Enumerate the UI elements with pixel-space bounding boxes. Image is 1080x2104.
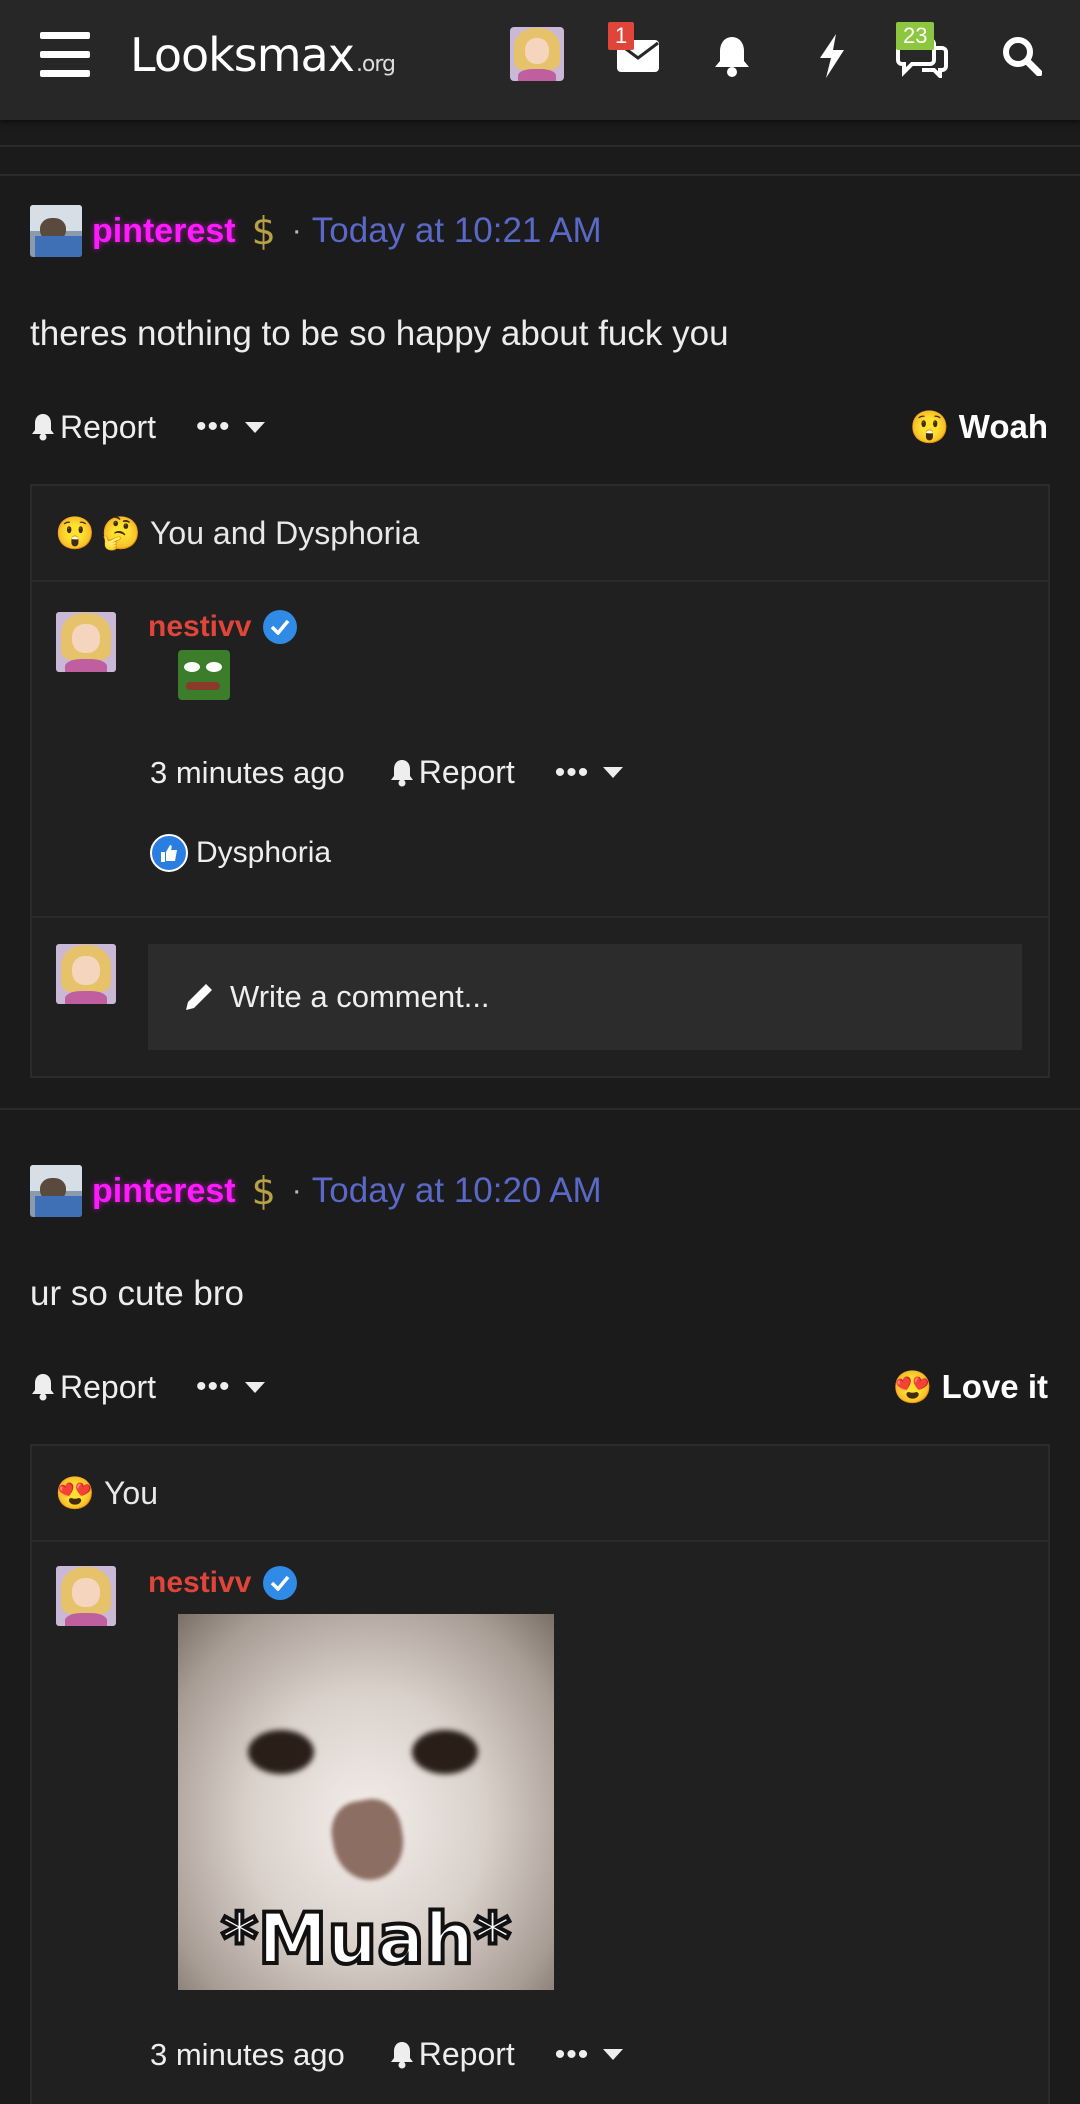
bell-icon [32,1374,54,1401]
search-button[interactable] [996,30,1048,82]
commenter-name: nestivv [148,1566,252,1599]
author-username[interactable]: pinterest [92,212,236,251]
caret-down-icon [244,421,265,433]
post-header: pinterest $ · Today at 10:20 AM [30,1164,602,1218]
comment-meta: 3 minutes ago Report ••• [150,754,624,791]
pepe-sticker-image [178,650,230,700]
conversations-count-badge: 23 [896,22,935,50]
comment-more-options-button[interactable]: ••• [555,756,624,790]
write-comment-placeholder: Write a comment... [230,979,490,1014]
bell-icon [32,414,54,441]
top-navigation-bar: Looksmax.org 1 23 [0,0,1080,120]
logo-suffix: .org [355,52,396,77]
divider [0,174,1080,176]
commenter-username[interactable]: nestivv [148,610,298,644]
commenter-avatar[interactable] [56,612,116,672]
commenter-username[interactable]: nestivv [148,1566,298,1600]
commenter-name: nestivv [148,610,252,643]
menu-icon[interactable] [40,32,90,78]
reaction-button[interactable]: 😲 Woah [909,408,1048,446]
inbox-button[interactable]: 1 [608,22,664,82]
separator: · [291,214,302,247]
bell-icon [390,759,413,786]
reactors-list: You [104,1474,158,1511]
comment-meta: 3 minutes ago Report ••• [150,2036,624,2073]
ellipsis-icon: ••• [196,1370,231,1403]
reaction-label: Love it [941,1368,1048,1405]
reactions-and-comments: 😲 🤔 You and Dysphoria nestivv 3 minutes … [30,484,1050,1078]
heart-eyes-emoji-icon: 😍 [892,1369,933,1405]
comment-likes[interactable]: Dysphoria [150,834,331,872]
ellipsis-icon: ••• [554,2037,590,2071]
caret-down-icon [603,2049,624,2060]
caret-down-icon [244,1381,265,1393]
inbox-count-badge: 1 [608,22,635,50]
reactors-list: You and Dysphoria [150,514,420,551]
divider [0,145,1080,147]
write-comment-row: Write a comment... [32,916,1048,1076]
report-label: Report [60,408,157,445]
thumbs-up-icon [150,834,188,872]
alerts-button[interactable] [706,30,758,82]
post-actions: Report ••• 😲 Woah [30,402,1048,452]
post-timestamp[interactable]: Today at 10:21 AM [312,211,602,251]
divider [0,1108,1080,1110]
reaction-button[interactable]: 😍 Love it [892,1368,1048,1406]
heart-eyes-emoji-icon: 😍 [55,1475,95,1511]
astonished-emoji-icon: 😲 [909,409,950,445]
conversations-button[interactable]: 23 [896,22,948,82]
report-label: Report [418,2036,515,2072]
lightning-bolt-icon [820,34,844,78]
comment-report-button[interactable]: Report [389,2036,515,2073]
dollar-icon: $ [251,1169,276,1213]
reactions-summary[interactable]: 😍 You [32,1446,1048,1542]
comment-time[interactable]: 3 minutes ago [150,755,345,791]
logo-text: Looksmax [130,28,355,82]
liker-name: Dysphoria [196,836,332,869]
ellipsis-icon: ••• [554,755,590,789]
more-options-button[interactable]: ••• [196,1370,265,1404]
comment: nestivv *Muah* 3 minutes ago Report ••• [32,1542,1048,2104]
account-avatar[interactable] [510,27,564,81]
report-label: Report [418,754,515,790]
verified-badge-icon [263,1566,298,1600]
bell-icon [390,2041,413,2068]
verified-badge-icon [263,610,298,644]
author-username[interactable]: pinterest [92,1172,236,1211]
post-body: ur so cute bro [30,1274,244,1313]
whats-new-button[interactable] [806,30,858,82]
report-label: Report [60,1368,157,1405]
comment: nestivv 3 minutes ago Report ••• Dysphor… [32,582,1048,916]
write-comment-input[interactable]: Write a comment... [148,944,1022,1050]
author-avatar[interactable] [30,1165,82,1217]
commenter-avatar[interactable] [56,1566,116,1626]
cat-gif-image[interactable]: *Muah* [178,1614,554,1990]
thinking-emoji-icon: 🤔 [101,515,141,551]
site-logo[interactable]: Looksmax.org [130,28,396,82]
caret-down-icon [603,767,624,778]
gif-caption: *Muah* [219,1896,513,1982]
current-user-avatar[interactable] [56,944,116,1004]
astonished-emoji-icon: 😲 [55,515,95,551]
post-body: theres nothing to be so happy about fuck… [30,314,729,353]
reactions-and-comments: 😍 You nestivv *Muah* 3 minutes ago Repor… [30,1444,1050,2104]
ellipsis-icon: ••• [196,410,231,443]
comment-report-button[interactable]: Report [389,754,515,791]
post-timestamp[interactable]: Today at 10:20 AM [312,1171,602,1211]
report-button[interactable]: Report [30,409,156,446]
post-actions: Report ••• 😍 Love it [30,1362,1048,1412]
search-icon [1003,37,1042,76]
bell-icon [715,37,749,77]
reaction-label: Woah [958,408,1048,445]
pencil-icon [186,984,212,1010]
dollar-icon: $ [251,209,276,253]
author-avatar[interactable] [30,205,82,257]
separator: · [291,1174,302,1207]
comment-time[interactable]: 3 minutes ago [150,2037,345,2073]
more-options-button[interactable]: ••• [196,410,265,444]
comment-more-options-button[interactable]: ••• [555,2038,624,2072]
reactions-summary[interactable]: 😲 🤔 You and Dysphoria [32,486,1048,582]
report-button[interactable]: Report [30,1369,156,1406]
post-header: pinterest $ · Today at 10:21 AM [30,204,602,258]
